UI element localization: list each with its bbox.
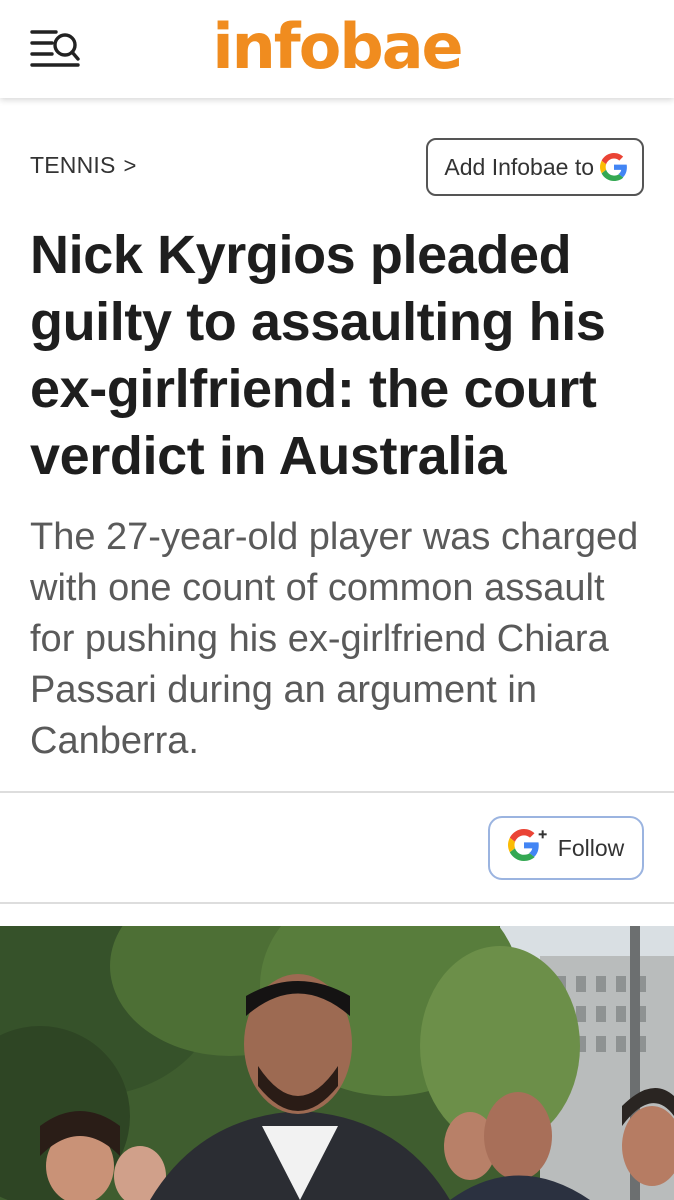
site-logo[interactable]: infobae [0, 6, 674, 88]
google-g-icon [600, 153, 628, 181]
follow-label: Follow [557, 834, 625, 861]
article-photo[interactable] [0, 926, 674, 1200]
section-breadcrumb[interactable]: TENNIS > [30, 152, 137, 179]
google-follow-button[interactable]: Follow [488, 816, 644, 880]
add-to-google-label: Add Infobae to [444, 153, 594, 180]
chevron-right-icon: > [123, 153, 137, 178]
section-row: TENNIS > Add Infobae to [30, 138, 644, 200]
divider [0, 791, 674, 793]
top-bar: infobae [0, 0, 674, 98]
add-to-google-button[interactable]: Add Infobae to [426, 138, 644, 196]
divider [0, 902, 674, 904]
section-label: TENNIS [30, 152, 116, 178]
article-subheadline: The 27-year-old player was charged with … [30, 516, 639, 762]
google-plus-icon [507, 827, 548, 869]
article-headline: Nick Kyrgios pleaded guilty to assaultin… [30, 225, 606, 486]
